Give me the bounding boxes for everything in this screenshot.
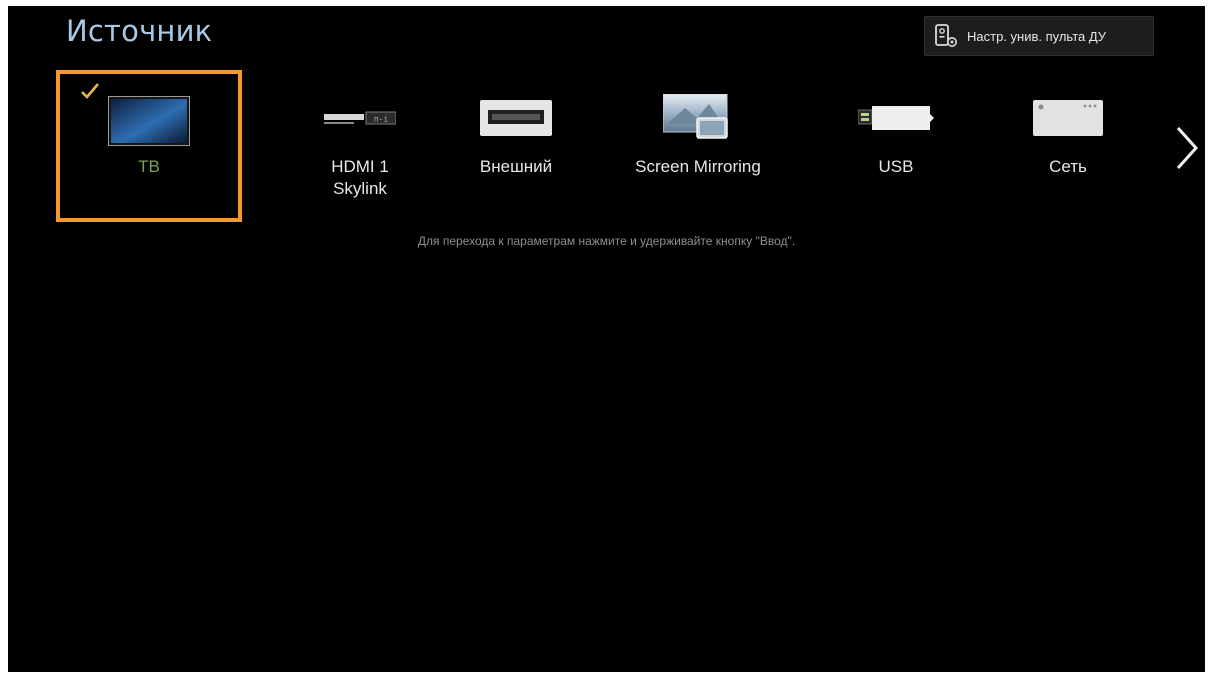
tv-icon xyxy=(108,96,190,146)
source-label-line1: HDMI 1 xyxy=(331,157,389,176)
source-item-external[interactable]: Внешний xyxy=(426,72,606,222)
external-icon xyxy=(480,100,552,136)
source-label: USB xyxy=(878,157,914,176)
page-title: Источник xyxy=(66,14,213,48)
svg-text:п-і: п-і xyxy=(374,115,389,124)
source-item-screen-mirroring[interactable]: Screen Mirroring xyxy=(608,72,788,222)
source-label: ТВ xyxy=(138,157,160,176)
source-item-tv[interactable]: ТВ xyxy=(56,70,242,222)
source-label: Screen Mirroring xyxy=(635,157,761,176)
chevron-right-icon[interactable] xyxy=(1174,124,1200,172)
remote-settings-label: Настр. унив. пульта ДУ xyxy=(967,28,1107,44)
network-icon xyxy=(1033,100,1103,136)
screen-mirroring-icon xyxy=(663,94,728,139)
source-label: Сеть xyxy=(1049,157,1087,176)
universal-remote-settings-button[interactable]: Настр. унив. пульта ДУ xyxy=(924,16,1154,56)
source-screen: Источник Настр. унив. пульта ДУ ТВ п-і H… xyxy=(8,6,1205,672)
source-label: HDMI 1 Skylink xyxy=(270,156,450,200)
hint-text: Для перехода к параметрам нажмите и удер… xyxy=(417,234,796,248)
source-item-usb[interactable]: USB xyxy=(806,72,986,222)
usb-icon xyxy=(858,106,934,130)
checkmark-icon xyxy=(81,83,99,99)
source-label: Внешний xyxy=(479,157,553,176)
hdmi-icon: п-і xyxy=(324,111,396,125)
source-item-network[interactable]: Сеть xyxy=(978,72,1158,222)
remote-settings-icon xyxy=(935,24,957,47)
source-item-hdmi1[interactable]: п-і HDMI 1 Skylink xyxy=(270,72,450,222)
source-label-line2: Skylink xyxy=(333,179,387,198)
